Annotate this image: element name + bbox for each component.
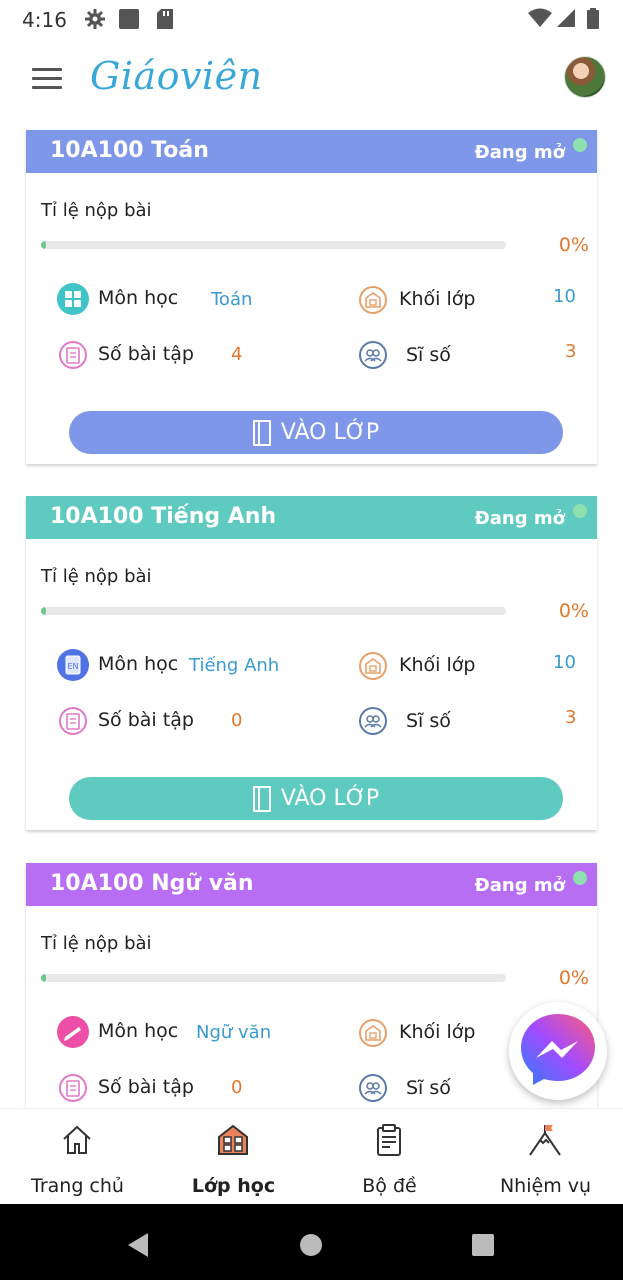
students-icon	[358, 340, 388, 370]
students-icon	[358, 706, 388, 736]
nav-label-question-sets: Bộ đề	[362, 1175, 417, 1197]
enter-class-label: VÀO LỚP	[280, 420, 380, 445]
class-status: Đang mở	[474, 875, 565, 896]
home-icon	[63, 1125, 91, 1154]
avatar[interactable]	[564, 56, 606, 98]
card-header: 10A100 Tiếng Anh Đang mở	[26, 496, 597, 539]
svg-text:EN: EN	[67, 662, 78, 671]
status-time: 4:16	[22, 8, 67, 32]
signal-icon	[557, 9, 575, 27]
app-bar: Giáoviên	[0, 40, 623, 120]
submission-progress-bar	[41, 974, 506, 982]
class-status: Đang mở	[474, 142, 565, 163]
students-value: 3	[565, 341, 577, 362]
exercises-value: 4	[231, 344, 243, 365]
students-value: 3	[565, 707, 577, 728]
exercises-icon	[58, 706, 88, 736]
wifi-icon	[528, 8, 552, 27]
app-logo: Giáoviên	[90, 54, 263, 98]
submission-progress-bar	[41, 607, 506, 615]
messenger-button[interactable]	[509, 1002, 607, 1100]
nav-label-classes: Lớp học	[191, 1175, 276, 1197]
menu-icon[interactable]	[32, 68, 62, 90]
image-notification-icon	[119, 9, 139, 29]
exercises-icon	[58, 1073, 88, 1103]
nav-label-tasks: Nhiệm vụ	[499, 1175, 592, 1197]
submission-progress-bar	[41, 241, 506, 249]
status-dot	[573, 871, 587, 885]
exercises-label: Số bài tập	[98, 1076, 194, 1098]
nav-home[interactable]: Trang chủ	[0, 1109, 155, 1205]
submission-rate-value: 0%	[558, 967, 589, 989]
progress-fill	[41, 241, 46, 249]
card-header: 10A100 Ngữ văn Đang mở	[26, 863, 597, 906]
messenger-icon	[521, 1014, 595, 1085]
class-title: 10A100 Ngữ văn	[50, 871, 254, 896]
enter-class-button[interactable]: VÀO LỚP	[69, 411, 563, 454]
bottom-navigation: Trang chủ Lớp học Bộ đề Nhiệm vụ	[0, 1108, 623, 1205]
class-title: 10A100 Tiếng Anh	[50, 504, 277, 529]
door-icon	[252, 419, 271, 446]
home-circle-icon[interactable]	[299, 1233, 323, 1257]
exercises-value: 0	[231, 710, 243, 731]
submission-rate-label: Tỉ lệ nộp bài	[41, 566, 152, 587]
enter-class-label: VÀO LỚP	[280, 786, 380, 811]
classroom-icon	[218, 1124, 248, 1155]
subject-value: Ngữ văn	[196, 1022, 272, 1043]
sd-card-icon	[157, 9, 173, 29]
submission-rate-label: Tỉ lệ nộp bài	[41, 200, 152, 221]
mountain-flag-icon	[529, 1125, 561, 1156]
recents-icon[interactable]	[471, 1233, 495, 1257]
class-card[interactable]: 10A100 Toán Đang mở Tỉ lệ nộp bài 0% Môn học…	[26, 130, 597, 464]
subject-value: Tiếng Anh	[189, 655, 280, 676]
exercises-label: Số bài tập	[98, 343, 194, 365]
students-label: Sĩ số	[406, 344, 451, 366]
battery-icon	[587, 8, 599, 29]
system-navigation-bar	[0, 1204, 623, 1280]
submission-rate-value: 0%	[558, 234, 589, 256]
calculator-icon	[56, 282, 89, 315]
subject-label: Môn học	[98, 287, 179, 309]
students-label: Sĩ số	[406, 1077, 451, 1099]
status-dot	[573, 138, 587, 152]
students-icon	[358, 1073, 388, 1103]
submission-rate-value: 0%	[558, 600, 589, 622]
grade-icon	[358, 651, 388, 681]
back-icon[interactable]	[126, 1232, 150, 1258]
nav-tasks[interactable]: Nhiệm vụ	[468, 1109, 623, 1205]
enter-class-button[interactable]: VÀO LỚP	[69, 777, 563, 820]
door-icon	[252, 785, 271, 812]
grade-label: Khối lớp	[399, 654, 476, 676]
exercises-value: 0	[231, 1077, 243, 1098]
grade-label: Khối lớp	[399, 288, 476, 310]
clipboard-icon	[377, 1124, 401, 1156]
class-title: 10A100 Toán	[50, 138, 209, 163]
settings-icon	[85, 9, 105, 29]
card-header: 10A100 Toán Đang mở	[26, 130, 597, 173]
status-dot	[573, 504, 587, 518]
progress-fill	[41, 974, 46, 982]
nav-classes[interactable]: Lớp học	[156, 1109, 311, 1205]
grade-value: 10	[553, 286, 576, 307]
grade-icon	[358, 285, 388, 315]
subject-value: Toán	[211, 289, 253, 310]
english-book-icon: EN	[56, 648, 89, 681]
status-bar: 4:16	[0, 0, 623, 40]
class-status: Đang mở	[474, 508, 565, 529]
exercises-label: Số bài tập	[98, 709, 194, 731]
subject-label: Môn học	[98, 1020, 179, 1042]
grade-label: Khối lớp	[399, 1021, 476, 1043]
students-label: Sĩ số	[406, 710, 451, 732]
exercises-icon	[58, 340, 88, 370]
nav-question-sets[interactable]: Bộ đề	[312, 1109, 467, 1205]
pen-icon	[56, 1015, 89, 1048]
subject-label: Môn học	[98, 653, 179, 675]
class-card[interactable]: 10A100 Tiếng Anh Đang mở Tỉ lệ nộp bài 0% EN…	[26, 496, 597, 830]
grade-icon	[358, 1018, 388, 1048]
submission-rate-label: Tỉ lệ nộp bài	[41, 933, 152, 954]
nav-label-home: Trang chủ	[31, 1175, 124, 1197]
grade-value: 10	[553, 652, 576, 673]
progress-fill	[41, 607, 46, 615]
